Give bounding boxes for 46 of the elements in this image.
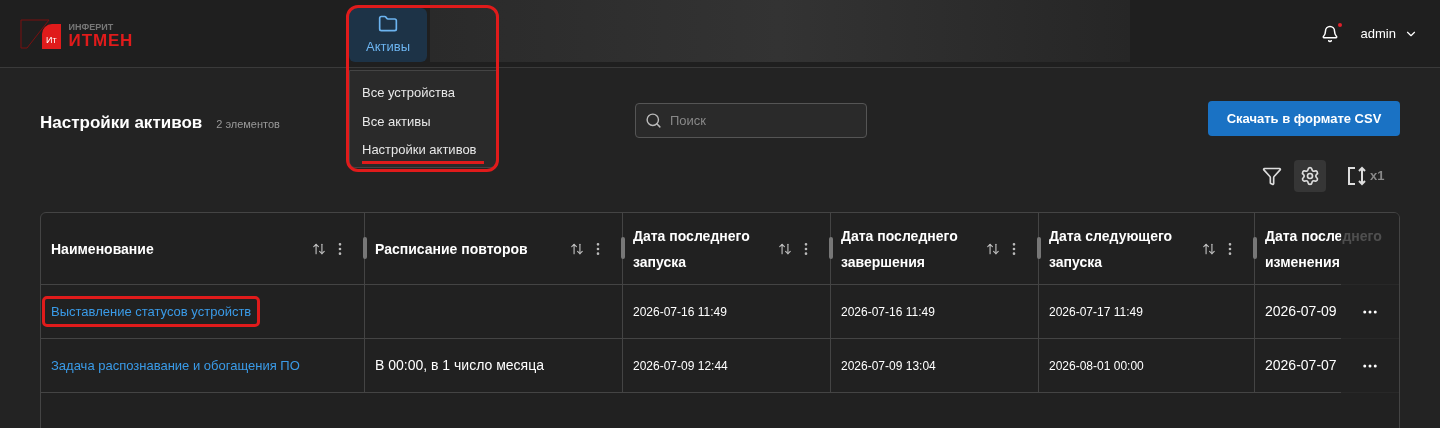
logo-badge: Ит [42,24,61,49]
search-icon [645,112,662,129]
download-csv-button[interactable]: Скачать в формате CSV [1208,101,1400,136]
filter-icon[interactable] [1262,166,1282,186]
notification-bell-icon[interactable] [1320,24,1339,43]
settings-icon [1300,166,1320,186]
table-cell-text: 2026-07-17 11:49 [1049,303,1143,321]
sort-icon[interactable] [312,241,326,256]
page-title: Настройки активов [40,112,203,134]
sort-icon[interactable] [778,241,792,256]
user-menu[interactable]: admin [1360,23,1418,44]
settings-button[interactable] [1294,160,1326,192]
table-cell-text: В 00:00, в 1 число месяца [375,356,544,375]
menu-item[interactable]: Настройки активов [362,140,484,164]
search-field[interactable]: Поиск [635,103,867,138]
sort-icon[interactable] [986,241,1000,256]
column-header[interactable]: Дата последнего завершения [841,222,986,275]
task-link[interactable]: Выставление статусов устройств [42,295,261,328]
logo-overline: ИНФЕРИТ [68,22,115,32]
column-resize-handle[interactable] [1037,237,1041,259]
menu-item[interactable]: Все активы [362,111,484,131]
task-link[interactable]: Задача распознавание и обогащения ПО [42,349,309,382]
table-cell-text: 2026-07-07 [1265,356,1337,375]
table-cell-text: 2026-07-09 12:44 [633,357,728,375]
folder-icon [378,13,398,34]
sort-icon[interactable] [570,241,584,256]
item-count: 2 элементов [216,117,280,132]
assets-nav-tab[interactable]: Активы [349,8,427,62]
column-header[interactable]: Дата последнего запуска [633,222,778,275]
table-cell-text: 2026-08-01 00:00 [1049,357,1144,375]
table-cell-text: 2026-07-16 11:49 [633,303,727,321]
logo-name: ИТМЕН [68,31,134,49]
column-header[interactable]: Наименование [51,235,201,262]
sort-icon[interactable] [1202,241,1216,256]
column-resize-handle[interactable] [363,237,367,259]
table-cell-text: 2026-07-16 11:49 [841,303,935,321]
density-label: x1 [1370,167,1385,186]
column-resize-handle[interactable] [621,237,625,259]
column-header[interactable]: Расписание повторов [375,235,528,262]
table-cell-text: 2026-07-09 13:04 [841,357,936,375]
column-resize-handle[interactable] [1253,237,1257,259]
table-cell-text: 2026-07-09 [1265,302,1337,321]
column-resize-handle[interactable] [829,237,833,259]
row-height-icon[interactable] [1346,165,1368,187]
menu-item[interactable]: Все устройства [362,83,484,103]
column-header[interactable]: Дата следующего запуска [1049,222,1199,275]
